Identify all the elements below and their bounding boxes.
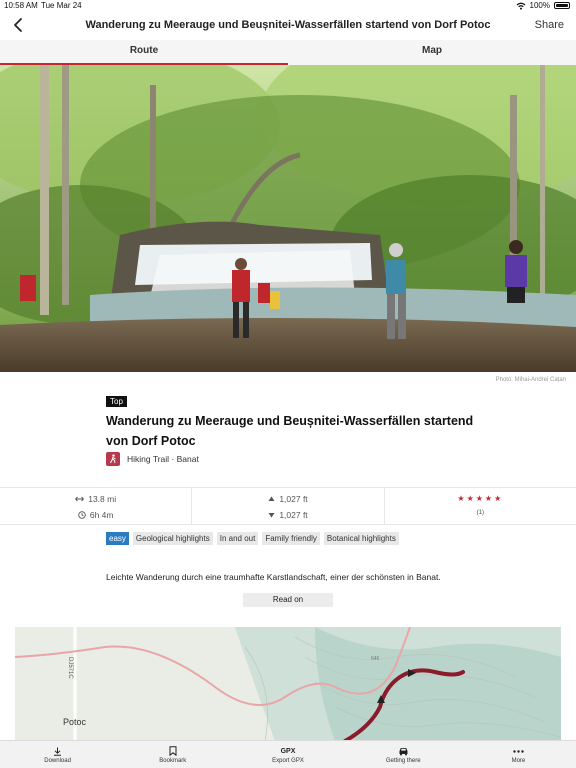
export-gpx-label: Export GPX: [272, 758, 304, 764]
download-label: Download: [44, 758, 71, 764]
descent-icon: [268, 513, 275, 518]
tour-title: Wanderung zu Meerauge und Beușnitei-Wass…: [106, 414, 474, 448]
download-icon: [53, 745, 62, 757]
tour-type: Hiking Trail · Banat: [127, 454, 199, 464]
status-date: Tue Mar 24: [41, 1, 82, 10]
back-button[interactable]: [8, 14, 30, 36]
distance-value: 13.8 mi: [88, 494, 117, 504]
wifi-icon: [516, 2, 525, 10]
battery-icon: [554, 2, 570, 9]
read-on-button[interactable]: Read on: [243, 593, 333, 607]
hiking-icon: [106, 452, 120, 466]
bookmark-label: Bookmark: [159, 758, 187, 764]
bottom-toolbar: Download Bookmark GPX Export GPX Getting…: [0, 740, 576, 768]
status-right: 100%: [516, 1, 570, 10]
status-bar: 10:58 AM Tue Mar 24 100%: [0, 0, 576, 12]
top-badge: Top: [106, 396, 127, 407]
download-button[interactable]: Download: [0, 741, 115, 768]
topographic-map: Potoc DJ571C 646: [15, 627, 561, 741]
map-elevation-label: 646: [371, 656, 380, 662]
descent-stat: 1,027 ft: [192, 510, 383, 520]
more-label: More: [511, 758, 526, 764]
star-icons: ★★★★★: [457, 494, 504, 503]
hero-photo[interactable]: [0, 65, 576, 372]
more-icon: [513, 745, 524, 757]
car-icon: [398, 745, 409, 757]
bookmark-icon: [169, 745, 177, 757]
duration-stat: 6h 4m: [0, 510, 191, 520]
description-text: Leichte Wanderung durch eine traumhafte …: [106, 572, 441, 582]
page-title: Wanderung zu Meerauge und Beușnitei-Wass…: [85, 19, 491, 31]
map-preview[interactable]: Potoc DJ571C 646: [15, 627, 561, 741]
stats-rating[interactable]: ★★★★★ (1): [383, 488, 576, 524]
getting-there-label: Getting there: [385, 758, 421, 764]
status-time: 10:58 AM: [4, 1, 38, 10]
waterfall-forest-image: [0, 65, 576, 372]
tab-bar: Route Map: [0, 40, 576, 65]
difficulty-tag: easy: [106, 532, 129, 545]
tag-item: Geological highlights: [132, 532, 213, 545]
tag-list: easy Geological highlights In and out Fa…: [106, 532, 399, 545]
chevron-left-icon: [14, 18, 22, 32]
gpx-icon: GPX: [280, 747, 296, 755]
getting-there-button[interactable]: Getting there: [346, 741, 461, 768]
rating-count-row: (1): [385, 510, 576, 516]
tag-item: Botanical highlights: [323, 532, 399, 545]
ascent-stat: 1,027 ft: [192, 494, 383, 504]
duration-value: 6h 4m: [89, 510, 114, 520]
stats-elevation: 1,027 ft 1,027 ft: [191, 488, 383, 524]
export-gpx-button[interactable]: GPX Export GPX: [230, 741, 345, 768]
battery-percent: 100%: [529, 1, 550, 10]
bookmark-button[interactable]: Bookmark: [115, 741, 230, 768]
stats-distance-duration: 13.8 mi 6h 4m: [0, 488, 191, 524]
distance-stat: 13.8 mi: [0, 494, 191, 504]
tab-route[interactable]: Route: [0, 40, 288, 65]
tag-item: Family friendly: [262, 532, 320, 545]
photo-credit: Photo: Mihai-Andrei Cațan: [495, 377, 566, 383]
tag-item: In and out: [216, 532, 259, 545]
clock-icon: [78, 511, 86, 519]
more-button[interactable]: More: [461, 741, 576, 768]
share-button[interactable]: Share: [535, 19, 564, 31]
tour-type-row: Hiking Trail · Banat: [106, 452, 199, 466]
map-place-label: Potoc: [63, 717, 87, 727]
ascent-value: 1,027 ft: [279, 494, 308, 504]
rating-count: (1): [476, 510, 484, 516]
tab-map[interactable]: Map: [288, 40, 576, 65]
rating-stars: ★★★★★: [385, 494, 576, 503]
ascent-icon: [268, 496, 275, 501]
distance-icon: [75, 496, 85, 502]
descent-value: 1,027 ft: [279, 510, 308, 520]
stats-bar: 13.8 mi 6h 4m 1,027 ft 1,027 ft ★★★★★ (1…: [0, 487, 576, 525]
navigation-bar: Wanderung zu Meerauge und Beușnitei-Wass…: [0, 12, 576, 40]
map-road-label: DJ571C: [67, 657, 73, 679]
